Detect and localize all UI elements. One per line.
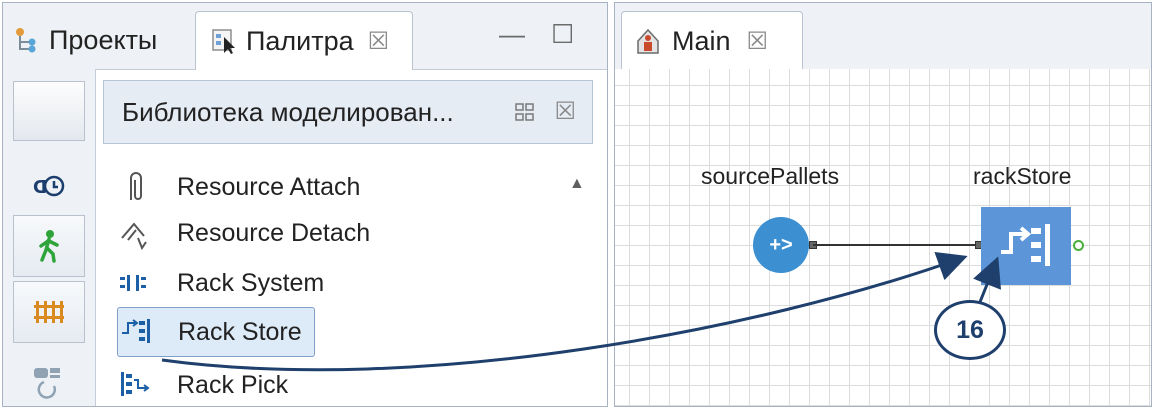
close-icon[interactable]: ☒ [747, 27, 769, 56]
editor-tabbar: Main ☒ [615, 3, 1151, 70]
rack-store-icon [118, 314, 154, 350]
list-item-label: Resource Attach [177, 172, 361, 201]
tab-palette-label: Палитра [246, 25, 354, 56]
tab-main[interactable]: Main ☒ [621, 11, 803, 70]
model-canvas[interactable]: sourcePallets rackStore +> [615, 69, 1151, 406]
palette-icon [210, 27, 238, 55]
callout-number: 16 [956, 315, 984, 344]
view-grid-icon[interactable] [514, 99, 536, 130]
source-pallets-label: sourcePallets [701, 163, 840, 189]
agent-icon [634, 27, 662, 55]
editor-panel: Main ☒ sourcePallets rackStore +> [614, 2, 1152, 407]
projects-icon [13, 26, 41, 54]
close-icon[interactable]: ☒ [368, 27, 390, 56]
rack-pick-icon [117, 367, 153, 403]
palette-item-list: Resource Attach Resource Detach Rack Sys… [103, 153, 593, 408]
list-item-label: Rack Pick [177, 370, 289, 399]
tab-main-label: Main [672, 25, 731, 56]
list-item-label: Rack Store [178, 317, 302, 346]
rack-out-port[interactable] [1073, 240, 1084, 251]
fluid-icon[interactable] [13, 351, 85, 413]
rack-store-label: rackStore [973, 163, 1072, 189]
library-header[interactable]: Библиотека моделирован... ☒ [103, 80, 593, 144]
scroll-up-icon[interactable]: ▲ [569, 175, 585, 193]
pedestrian-icon[interactable] [13, 215, 85, 277]
list-item-label: Rack System [177, 268, 325, 297]
category-blank-button[interactable] [13, 81, 85, 141]
source-glyph: +> [769, 233, 793, 256]
list-item-label: Resource Detach [177, 218, 371, 247]
detach-icon [117, 215, 153, 251]
tab-palette[interactable]: Палитра ☒ [195, 11, 413, 70]
rack-system-icon [117, 265, 153, 301]
rail-icon[interactable] [13, 281, 85, 343]
library-title: Библиотека моделирован... [122, 96, 454, 127]
palette-panel: Проекты Палитра ☒ — ☐ ᗡ Библиотека модел… [2, 2, 608, 407]
process-modeling-icon[interactable]: ᗡ [13, 161, 85, 211]
list-item-rack-store[interactable]: Rack Store [117, 307, 315, 357]
connector-line[interactable] [813, 244, 977, 246]
tab-projects-label: Проекты [49, 24, 158, 55]
minimize-button[interactable]: — [499, 19, 525, 50]
tab-projects[interactable]: Проекты [7, 11, 193, 69]
callout-badge: 16 [934, 300, 1006, 360]
left-tabbar: Проекты Палитра ☒ — ☐ [3, 3, 607, 70]
list-item-resource-detach[interactable]: Resource Detach [117, 209, 370, 257]
rack-store-icon [1001, 224, 1050, 266]
rack-store-block[interactable] [981, 207, 1071, 285]
source-pallets-block[interactable]: +> [753, 217, 809, 273]
list-item-rack-pick[interactable]: Rack Pick [117, 361, 288, 409]
maximize-button[interactable]: ☐ [551, 19, 574, 50]
palette-category-bar: ᗡ [3, 69, 96, 406]
paperclip-icon [117, 169, 153, 205]
list-item-resource-attach[interactable]: Resource Attach [117, 163, 360, 211]
list-item-rack-system[interactable]: Rack System [117, 259, 324, 307]
close-icon[interactable]: ☒ [554, 97, 576, 126]
